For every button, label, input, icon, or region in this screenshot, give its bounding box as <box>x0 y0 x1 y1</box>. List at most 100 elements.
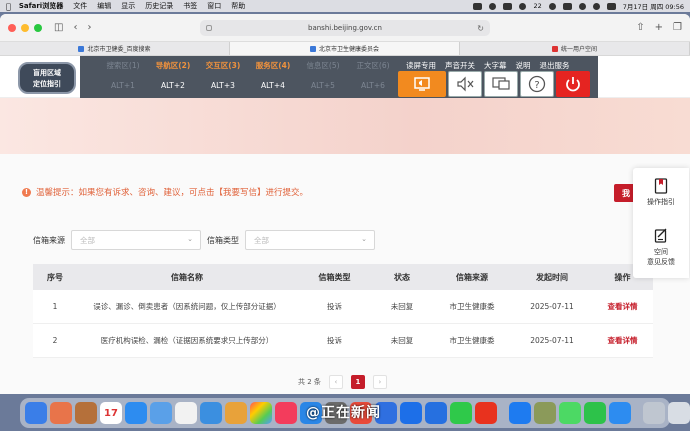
menu-app[interactable]: Safari浏览器 <box>19 1 63 11</box>
launchpad-icon[interactable] <box>50 402 72 424</box>
edit-icon <box>654 228 667 243</box>
app-icon[interactable] <box>534 402 556 424</box>
view-detail-link[interactable]: 查看详情 <box>592 335 653 346</box>
row-type: 投诉 <box>327 302 342 311</box>
watermark-text: @正在新闻 <box>306 405 381 421</box>
type-filter-label: 信箱类型 <box>207 235 239 245</box>
app-store-icon[interactable] <box>150 402 172 424</box>
next-page-button[interactable]: › <box>372 375 387 389</box>
info-icon: ! <box>22 187 31 197</box>
large-caption-button[interactable] <box>484 71 518 97</box>
menu-window[interactable]: 窗口 <box>207 1 221 11</box>
operation-guide-button[interactable]: 操作指引 <box>633 178 689 207</box>
prev-page-button[interactable]: ‹ <box>328 375 343 389</box>
reload-icon[interactable]: ↻ <box>477 24 484 33</box>
reminders-icon[interactable] <box>175 402 197 424</box>
safari-icon[interactable] <box>609 402 631 424</box>
wechat-icon[interactable] <box>519 2 527 10</box>
close-window-icon[interactable] <box>8 23 16 32</box>
photos-icon[interactable] <box>250 402 272 424</box>
wps-icon[interactable] <box>475 402 497 424</box>
zone-labels: 搜索区(1) 导航区(2) 交互区(3) 服务区(4) 信息区(5) 正文区(6… <box>98 60 398 71</box>
tab-bar: 北京市卫健委_百度搜索 北京市卫生健康委员会 统一用户空间 <box>0 42 690 56</box>
zone-info[interactable]: 信息区(5) <box>298 60 348 71</box>
back-icon[interactable]: ‹ <box>73 22 77 33</box>
search-icon[interactable] <box>592 2 600 10</box>
display-icon[interactable] <box>473 2 483 10</box>
sidebar-toggle-icon[interactable]: ◫ <box>54 22 63 33</box>
zone-body[interactable]: 正文区(6) <box>348 60 398 71</box>
music-icon[interactable] <box>275 402 297 424</box>
exit-service-link[interactable]: 退出服务 <box>540 60 570 71</box>
shortcut-2: ALT+2 <box>161 81 185 90</box>
play-icon[interactable] <box>489 2 497 10</box>
row-source: 市卫生健康委 <box>449 302 495 311</box>
app-icon[interactable] <box>75 402 97 424</box>
menu-file[interactable]: 文件 <box>73 1 87 11</box>
zone-service[interactable]: 服务区(4) <box>248 60 298 71</box>
calendar-icon[interactable]: 17 <box>100 402 122 424</box>
app-icon[interactable] <box>425 402 447 424</box>
screen-reader-button[interactable] <box>398 71 446 97</box>
clock-icon[interactable] <box>548 2 556 10</box>
new-tab-icon[interactable]: + <box>655 22 663 33</box>
menu-bookmarks[interactable]: 书签 <box>183 1 197 11</box>
menu-edit[interactable]: 编辑 <box>97 1 111 11</box>
help-icon[interactable] <box>643 402 665 424</box>
forward-icon[interactable]: › <box>87 22 91 33</box>
zone-search[interactable]: 搜索区(1) <box>98 60 148 71</box>
sound-toggle-link[interactable]: 声音开关 <box>445 60 475 71</box>
row-type: 投诉 <box>327 336 342 345</box>
row-date: 2025-07-11 <box>530 336 574 345</box>
share-icon[interactable]: ⇧ <box>636 22 644 33</box>
feedback-label-1: 空间 <box>654 248 668 256</box>
row-name: 医疗机构误检、漏检（证据因系统要求只上传部分） <box>100 336 274 345</box>
maps-icon[interactable] <box>225 402 247 424</box>
tab-user-space[interactable]: 统一用户空间 <box>460 42 690 55</box>
tab-wjw[interactable]: 北京市卫生健康委员会 <box>230 42 460 55</box>
blind-zone-guide-button[interactable]: 盲用区域 定位指引 <box>18 62 76 94</box>
facetime-icon[interactable] <box>450 402 472 424</box>
wifi-icon[interactable] <box>578 2 586 10</box>
help-button[interactable]: ? <box>520 71 554 97</box>
app-icon[interactable] <box>400 402 422 424</box>
window-controls <box>8 23 42 32</box>
minimize-window-icon[interactable] <box>21 23 29 32</box>
safari-icon[interactable] <box>125 402 147 424</box>
menu-history[interactable]: 历史记录 <box>145 1 173 11</box>
menu-view[interactable]: 显示 <box>121 1 135 11</box>
finder-icon[interactable] <box>25 402 47 424</box>
source-select[interactable]: 全部 ⌄ <box>71 230 201 250</box>
menu-help[interactable]: 帮助 <box>231 1 245 11</box>
sound-toggle-button[interactable] <box>448 71 482 97</box>
mailbox-table: 序号 信箱名称 信箱类型 状态 信箱来源 发起时间 操作 1 误诊、漏诊、倒卖患… <box>33 264 653 358</box>
control-center-icon[interactable] <box>606 2 616 10</box>
tab-baidu[interactable]: 北京市卫健委_百度搜索 <box>0 42 230 55</box>
table-row: 1 误诊、漏诊、倒卖患者（因系统问题，仅上传部分证据） 投诉 未回复 市卫生健康… <box>33 290 653 324</box>
page-1-button[interactable]: 1 <box>350 375 365 389</box>
zone-interact[interactable]: 交互区(3) <box>198 60 248 71</box>
stocks-icon[interactable] <box>200 402 222 424</box>
feedback-button[interactable]: 空间 意见反馈 <box>633 228 689 267</box>
fullscreen-window-icon[interactable] <box>34 23 42 32</box>
battery-icon[interactable] <box>562 2 572 10</box>
exit-service-button[interactable] <box>556 71 590 97</box>
wechat-dock-icon[interactable] <box>584 402 606 424</box>
app-icon[interactable] <box>509 402 531 424</box>
trash-icon[interactable] <box>668 402 690 424</box>
zone-nav[interactable]: 导航区(2) <box>148 60 198 71</box>
speaker-screen-icon <box>414 77 430 91</box>
screen-reader-link[interactable]: 读屏专用 <box>406 60 436 71</box>
tab-overview-icon[interactable]: ❐ <box>673 22 682 33</box>
mailbox-content: ! 温馨提示：如果您有诉求、咨询、建议，可点击【我要写信】进行提交。 我 信箱来… <box>0 154 690 394</box>
type-select[interactable]: 全部 ⌄ <box>245 230 375 250</box>
messages-icon[interactable] <box>559 402 581 424</box>
type-select-value: 全部 <box>254 235 269 245</box>
large-caption-link[interactable]: 大字幕 <box>484 60 507 71</box>
cloud-icon[interactable] <box>503 2 513 10</box>
apple-icon[interactable]:  <box>6 2 11 11</box>
view-detail-link[interactable]: 查看详情 <box>592 301 653 312</box>
help-link[interactable]: 说明 <box>516 60 531 71</box>
bookmark-book-icon <box>654 178 668 194</box>
address-bar[interactable]: banshi.beijing.gov.cn ↻ <box>200 20 490 36</box>
